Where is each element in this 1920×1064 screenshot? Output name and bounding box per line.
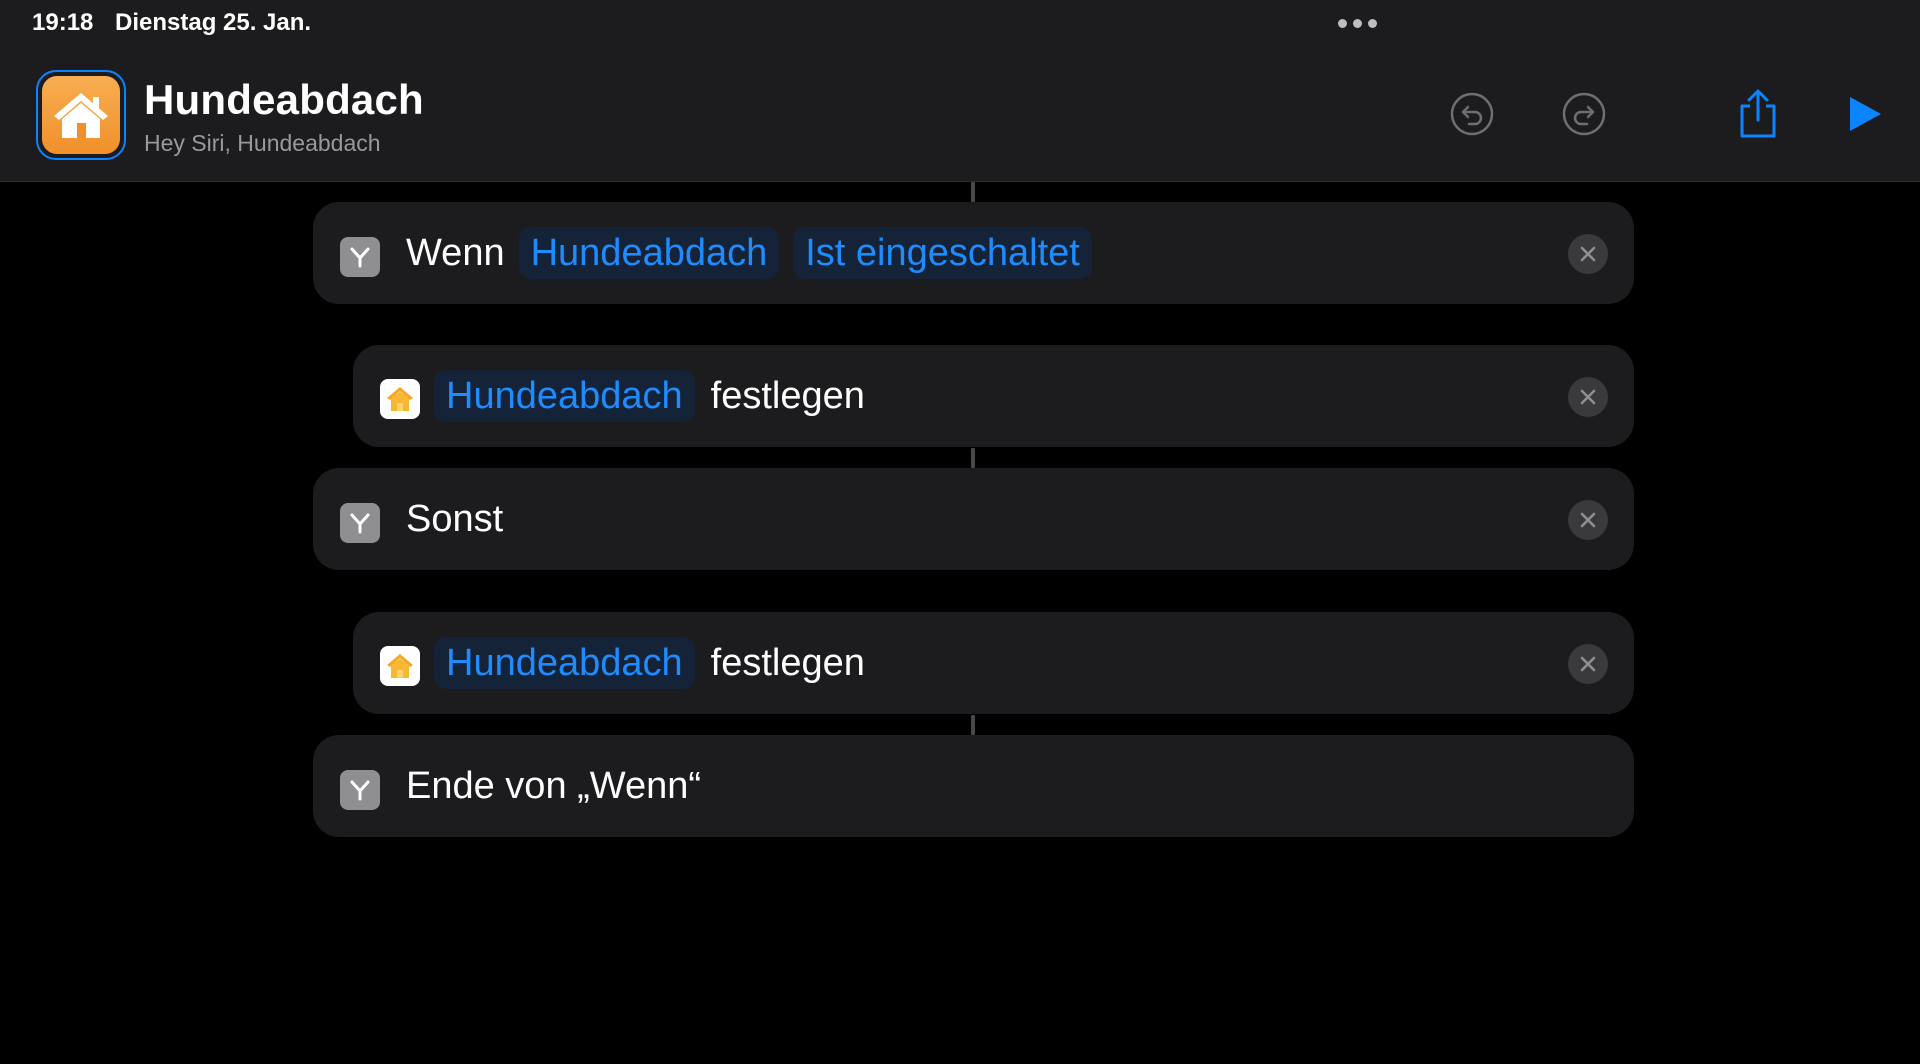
- siri-phrase: Hey Siri, Hundeabdach: [144, 130, 381, 156]
- set-label: festlegen: [710, 375, 865, 417]
- scripting-branch-icon: [340, 770, 380, 810]
- close-icon: [1580, 246, 1596, 262]
- play-icon: [1850, 97, 1881, 131]
- close-icon: [1580, 512, 1596, 528]
- share-icon: [1740, 89, 1776, 138]
- shortcut-title[interactable]: Hundeabdach: [144, 76, 424, 124]
- status-date: Dienstag 25. Jan.: [115, 9, 312, 36]
- action-set-home-content: Hundeabdach festlegen: [434, 612, 865, 714]
- multitasking-menu-icon[interactable]: [1338, 19, 1377, 28]
- action-set-home-accessory[interactable]: Hundeabdach festlegen: [353, 345, 1634, 447]
- status-bar: 19:18 Dienstag 25. Jan.: [0, 0, 1920, 48]
- action-otherwise-content: Sonst: [406, 468, 503, 570]
- action-end-if-content: Ende von „Wenn“: [406, 735, 701, 837]
- otherwise-keyword: Sonst: [406, 498, 504, 540]
- shortcut-header: Hundeabdach Hey Siri, Hundeabdach: [0, 48, 1920, 182]
- end-if-keyword: Ende von „Wenn“: [406, 765, 702, 807]
- remove-action-button[interactable]: [1568, 500, 1608, 540]
- remove-action-button[interactable]: [1568, 234, 1608, 274]
- scripting-branch-icon: [340, 503, 380, 543]
- action-if-content: Wenn Hundeabdach Ist eingeschaltet: [406, 202, 1092, 304]
- action-if[interactable]: Wenn Hundeabdach Ist eingeschaltet: [313, 202, 1634, 304]
- shortcut-icon-button[interactable]: [36, 70, 126, 160]
- action-set-home-content: Hundeabdach festlegen: [434, 345, 865, 447]
- action-set-home-accessory[interactable]: Hundeabdach festlegen: [353, 612, 1634, 714]
- remove-action-button[interactable]: [1568, 644, 1608, 684]
- accessory-token[interactable]: Hundeabdach: [434, 637, 695, 689]
- run-button[interactable]: [1836, 86, 1892, 142]
- undo-icon: [1450, 92, 1494, 136]
- undo-button[interactable]: [1444, 86, 1500, 142]
- close-icon: [1580, 389, 1596, 405]
- accessory-token[interactable]: Hundeabdach: [434, 370, 695, 422]
- remove-action-button[interactable]: [1568, 377, 1608, 417]
- redo-icon: [1562, 92, 1606, 136]
- action-otherwise[interactable]: Sonst: [313, 468, 1634, 570]
- share-button[interactable]: [1730, 86, 1786, 142]
- house-icon: [54, 93, 108, 138]
- close-icon: [1580, 656, 1596, 672]
- if-condition-token[interactable]: Ist eingeschaltet: [793, 227, 1092, 279]
- scripting-branch-icon: [340, 237, 380, 277]
- action-end-if[interactable]: Ende von „Wenn“: [313, 735, 1634, 837]
- shortcut-editor: 19:18 Dienstag 25. Jan. Hundeabdach Hey …: [0, 0, 1920, 1064]
- set-label: festlegen: [710, 642, 865, 684]
- home-app-icon: [380, 379, 420, 419]
- if-input-token[interactable]: Hundeabdach: [518, 227, 780, 279]
- redo-button[interactable]: [1556, 86, 1612, 142]
- flow-connector: [971, 448, 975, 468]
- flow-connector: [971, 182, 975, 202]
- if-keyword: Wenn: [406, 232, 505, 274]
- home-app-icon: [380, 646, 420, 686]
- flow-connector: [971, 715, 975, 735]
- status-time: 19:18: [32, 9, 94, 36]
